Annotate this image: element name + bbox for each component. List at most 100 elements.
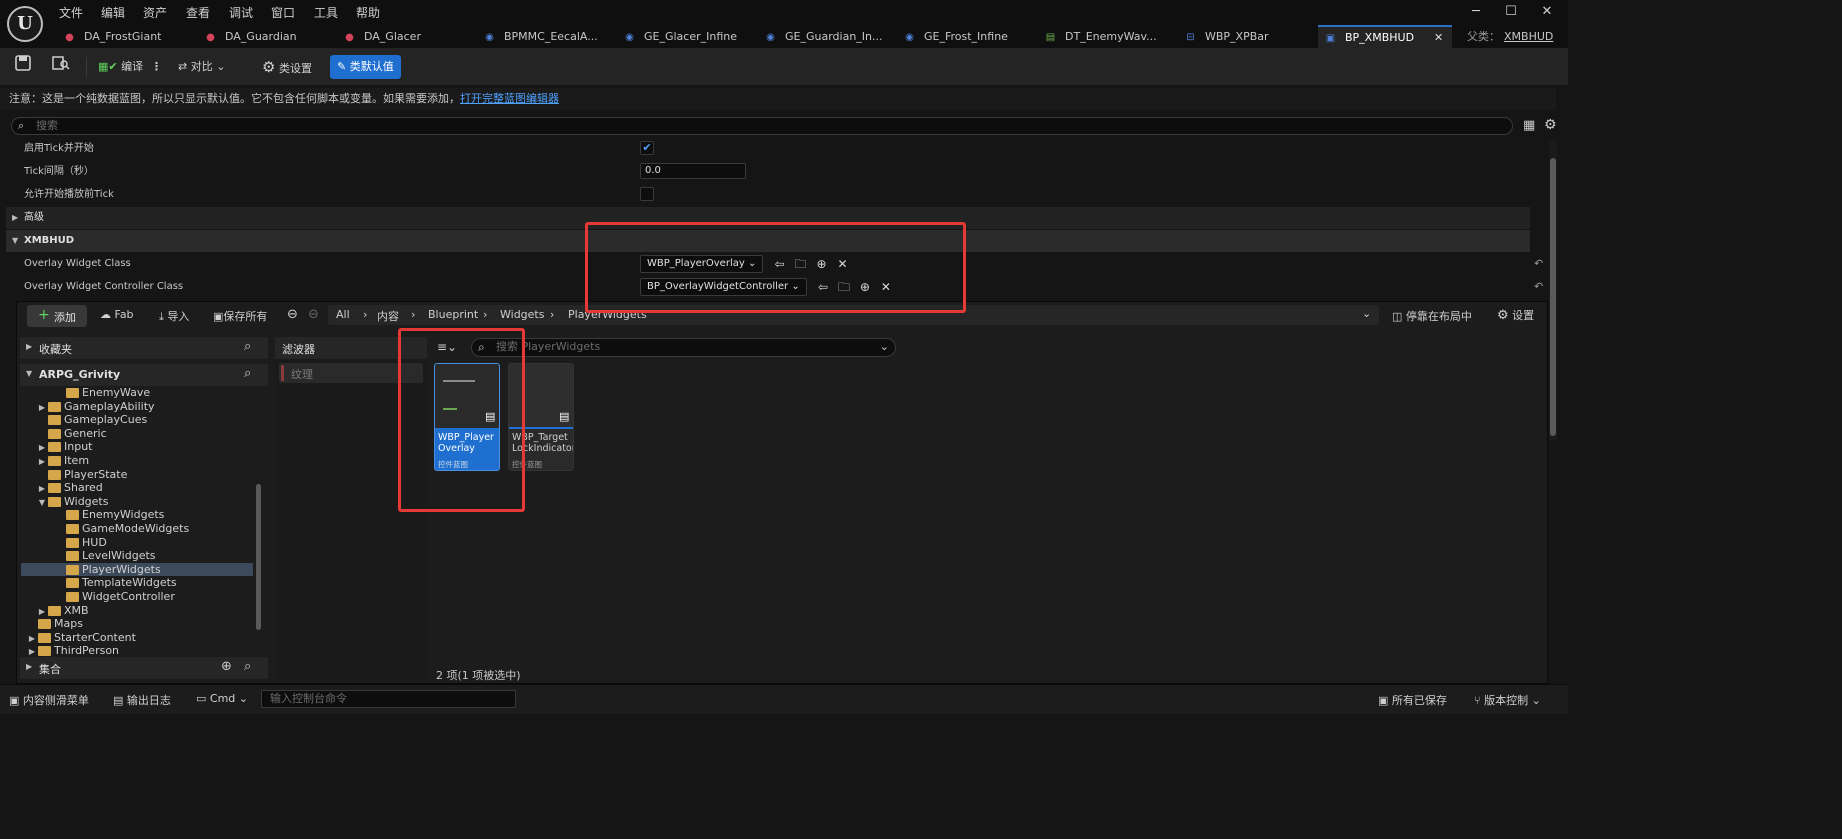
unreal-logo[interactable]: U bbox=[7, 6, 43, 42]
class-defaults-button[interactable]: ✎ 类默认值 bbox=[330, 55, 401, 79]
import-button[interactable]: ⤓ 导入 bbox=[159, 308, 189, 324]
cmd-dropdown[interactable]: ▭ Cmd ⌄ bbox=[196, 692, 248, 705]
menu-file[interactable]: 文件 bbox=[59, 4, 83, 21]
chevron-right-icon[interactable]: ▶ bbox=[21, 605, 48, 618]
output-log-button[interactable]: ▤ 输出日志 bbox=[113, 692, 171, 708]
back-icon[interactable]: ⊖ bbox=[287, 307, 298, 322]
search-icon[interactable]: ⌕ bbox=[244, 366, 251, 381]
menu-edit[interactable]: 编辑 bbox=[101, 4, 125, 21]
reset-to-default-icon[interactable]: ↶ bbox=[1534, 253, 1543, 275]
tree-scrollbar-thumb[interactable] bbox=[256, 484, 261, 630]
drawer-settings-button[interactable]: ⚙ 设置 bbox=[1497, 307, 1534, 323]
search-icon[interactable]: ⌕ bbox=[244, 339, 251, 354]
tree-folder-templatewidgets[interactable]: TemplateWidgets bbox=[21, 576, 253, 590]
reset-to-default-icon[interactable]: ↶ bbox=[1534, 276, 1543, 298]
menu-asset[interactable]: 资产 bbox=[143, 4, 167, 21]
maximize-button[interactable]: ☐ bbox=[1501, 4, 1521, 19]
chevron-right-icon[interactable]: ▶ bbox=[21, 455, 48, 468]
parent-class-link[interactable]: XMBHUD bbox=[1504, 25, 1553, 48]
menu-view[interactable]: 查看 bbox=[186, 4, 210, 21]
folder-icon bbox=[66, 524, 79, 534]
chevron-right-icon[interactable]: ▶ bbox=[21, 401, 48, 414]
source-control-button[interactable]: ⑂ 版本控制 ⌄ bbox=[1474, 692, 1541, 708]
tree-folder-maps[interactable]: Maps bbox=[21, 617, 253, 631]
asset-search-input[interactable]: ⌕ 搜索 PlayerWidgets ⌄ bbox=[471, 338, 896, 357]
tree-folder-label: XMB bbox=[64, 603, 89, 617]
tab-dt-enemywave[interactable]: ▤ DT_EnemyWav... bbox=[1044, 25, 1157, 48]
tree-folder-generic[interactable]: Generic bbox=[21, 427, 253, 441]
breadcrumb-widgets[interactable]: Widgets bbox=[500, 308, 544, 321]
settings-gear-icon[interactable]: ⚙ bbox=[1544, 117, 1557, 133]
tab-da-guardian[interactable]: ● DA_Guardian bbox=[204, 25, 297, 48]
close-tab-icon[interactable]: ✕ bbox=[1434, 27, 1443, 48]
compile-button[interactable]: ▦✔ 编译 bbox=[98, 55, 143, 79]
favorites-header[interactable]: ▶ 收藏夹 ⌕ bbox=[20, 337, 268, 359]
tree-folder-widgets[interactable]: ▼ Widgets bbox=[21, 495, 253, 509]
tree-folder-thirdperson[interactable]: ▶ ThirdPerson bbox=[21, 644, 253, 658]
view-options-icon[interactable]: ▦ bbox=[1523, 118, 1535, 133]
tree-folder-gameplaycues[interactable]: GameplayCues bbox=[21, 413, 253, 427]
menu-tools[interactable]: 工具 bbox=[314, 4, 338, 21]
breadcrumb-blueprint[interactable]: Blueprint bbox=[428, 308, 478, 321]
tree-folder-enemywave[interactable]: EnemyWave bbox=[21, 386, 253, 400]
all-saved-button[interactable]: ▣ 所有已保存 bbox=[1378, 692, 1447, 708]
breadcrumb-history-chevron-icon[interactable]: ⌄ bbox=[1362, 307, 1371, 320]
minimize-button[interactable]: ─ bbox=[1466, 4, 1486, 19]
compile-options-icon[interactable]: ⋮ bbox=[151, 55, 162, 79]
collections-header[interactable]: ▶ 集合 ⊕ ⌕ bbox=[20, 657, 268, 679]
chevron-right-icon[interactable]: ▶ bbox=[21, 441, 48, 454]
tab-ge-frost-infine[interactable]: ◉ GE_Frost_Infine bbox=[903, 25, 1008, 48]
details-scrollbar-thumb[interactable] bbox=[1550, 158, 1556, 436]
tab-wbp-xpbar[interactable]: ⊟ WBP_XPBar bbox=[1184, 25, 1268, 48]
chevron-right-icon[interactable]: ▶ bbox=[21, 632, 38, 645]
tab-bpmmc[interactable]: ◉ BPMMC_EecalA... bbox=[483, 25, 598, 48]
folder-icon bbox=[66, 551, 79, 562]
tree-folder-item[interactable]: ▶ Item bbox=[21, 454, 253, 468]
menu-help[interactable]: 帮助 bbox=[356, 4, 380, 21]
add-button[interactable]: + 添加 bbox=[27, 305, 87, 327]
project-header[interactable]: ▼ ARPG_Grivity ⌕ bbox=[20, 364, 268, 386]
details-search-input[interactable]: ⌕ 搜索 bbox=[11, 117, 1513, 135]
menu-debug[interactable]: 调试 bbox=[229, 4, 253, 21]
save-all-button[interactable]: ▣保存所有 bbox=[213, 308, 267, 324]
dock-in-layout-button[interactable]: ◫ 停靠在布局中 bbox=[1392, 308, 1472, 324]
save-icon[interactable] bbox=[15, 55, 31, 79]
add-collection-icon[interactable]: ⊕ bbox=[221, 659, 232, 674]
tick-interval-input[interactable]: 0.0 bbox=[640, 163, 746, 179]
tree-folder-startercontent[interactable]: ▶ StarterContent bbox=[21, 631, 253, 645]
class-settings-button[interactable]: ⚙ 类设置 bbox=[262, 55, 312, 79]
tree-folder-xmb[interactable]: ▶ XMB bbox=[21, 604, 253, 618]
tree-folder-input[interactable]: ▶ Input bbox=[21, 440, 253, 454]
tab-bp-xmbhud[interactable]: ▣ BP_XMBHUD ✕ bbox=[1318, 25, 1452, 48]
tab-ge-guardian[interactable]: ◉ GE_Guardian_In... bbox=[764, 25, 882, 48]
chevron-down-icon[interactable]: ▼ bbox=[21, 496, 48, 509]
tree-folder-gamemodewidgets[interactable]: GameModeWidgets bbox=[21, 522, 253, 536]
menu-window[interactable]: 窗口 bbox=[271, 4, 295, 21]
tick-before-play-checkbox[interactable] bbox=[640, 187, 654, 201]
breadcrumb-content[interactable]: 内容 bbox=[377, 308, 399, 324]
forward-icon[interactable]: ⊖ bbox=[308, 307, 319, 322]
tree-folder-gameplayability[interactable]: ▶ GameplayAbility bbox=[21, 400, 253, 414]
open-full-blueprint-editor-link[interactable]: 打开完整蓝图编辑器 bbox=[460, 92, 559, 105]
close-window-button[interactable]: ✕ bbox=[1537, 4, 1557, 19]
tree-folder-enemywidgets[interactable]: EnemyWidgets bbox=[21, 508, 253, 522]
tree-folder-playerwidgets[interactable]: PlayerWidgets bbox=[21, 562, 253, 577]
tab-ge-glacer-infine[interactable]: ◉ GE_Glacer_Infine bbox=[623, 25, 737, 48]
tree-folder-shared[interactable]: ▶ Shared bbox=[21, 481, 253, 495]
tab-da-glacer[interactable]: ● DA_Glacer bbox=[343, 25, 421, 48]
breadcrumb-all[interactable]: All bbox=[336, 308, 350, 321]
search-icon[interactable]: ⌕ bbox=[244, 659, 251, 674]
fab-button[interactable]: ☁ Fab bbox=[100, 308, 134, 321]
console-command-input[interactable]: 输入控制台命令 bbox=[261, 690, 516, 708]
content-drawer-button[interactable]: ▣ 内容侧滑菜单 bbox=[9, 692, 89, 708]
tab-da-frostgiant[interactable]: ● DA_FrostGiant bbox=[63, 25, 161, 48]
diff-button[interactable]: ⇄ 对比 ⌄ bbox=[178, 55, 225, 79]
tick-start-checkbox[interactable]: ✔ bbox=[640, 141, 654, 155]
chevron-right-icon[interactable]: ▶ bbox=[21, 482, 48, 495]
tree-folder-hud[interactable]: HUD bbox=[21, 536, 253, 550]
tree-folder-playerstate[interactable]: PlayerState bbox=[21, 468, 253, 482]
browse-asset-icon[interactable] bbox=[52, 55, 70, 79]
tree-folder-label: Generic bbox=[64, 426, 107, 440]
tree-folder-levelwidgets[interactable]: LevelWidgets bbox=[21, 549, 253, 563]
tree-folder-widgetcontroller[interactable]: WidgetController bbox=[21, 590, 253, 604]
